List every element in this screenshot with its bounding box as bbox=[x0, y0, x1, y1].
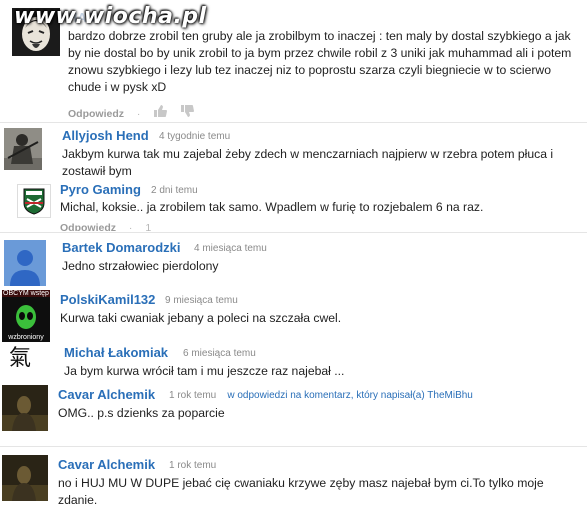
comment-author[interactable]: Pyro Gaming bbox=[60, 182, 141, 197]
thumbs-up-icon-svg bbox=[154, 105, 168, 117]
watermark: www.wiocha.pl bbox=[14, 4, 207, 29]
comment-text: Michal, koksie.. ja zrobilem tak samo. W… bbox=[60, 200, 484, 214]
reply-button[interactable]: Odpowiedz bbox=[60, 222, 116, 231]
comment-author[interactable]: Cavar Alchemik bbox=[58, 387, 155, 402]
dark-figure-avatar-icon bbox=[2, 455, 48, 501]
separator-dot: · bbox=[128, 222, 133, 231]
comment-time: 6 miesiąca temu bbox=[183, 348, 256, 359]
comment-time: 1 rok temu w odpowiedzi na komentarz, kt… bbox=[169, 390, 473, 401]
thumbs-down-icon-svg bbox=[181, 105, 195, 117]
default-user-avatar-icon bbox=[4, 240, 46, 286]
comment-author[interactable]: Allyjosh Hend bbox=[62, 128, 149, 143]
comment-text: OMG.. p.s dzienks za poparcie bbox=[58, 406, 225, 420]
comment-text: Jedno strzałowiec pierdolony bbox=[62, 259, 219, 273]
divider bbox=[0, 446, 587, 447]
kanji-avatar-icon: 氣 bbox=[8, 346, 31, 371]
comment-text: Jakbym kurwa tak mu zajebal żeby zdech w… bbox=[62, 147, 554, 178]
comment-actions: Odpowiedz · bbox=[68, 105, 204, 120]
comment-time: 2 dni temu bbox=[151, 185, 198, 196]
avatar[interactable] bbox=[4, 240, 46, 286]
avatar-caption-bottom: wzbroniony bbox=[8, 334, 44, 341]
divider bbox=[0, 122, 587, 123]
thumbs-up-icon[interactable] bbox=[153, 105, 168, 120]
legia-logo-icon bbox=[18, 185, 50, 217]
thumbs-down-icon[interactable] bbox=[180, 105, 195, 120]
soldier-avatar-icon bbox=[4, 128, 42, 170]
comment-time-value: 1 rok temu bbox=[169, 390, 217, 401]
comment-text: no i HUJ MU W DUPE jebać cię cwaniaku kr… bbox=[58, 476, 544, 507]
comment-author[interactable]: Michał Łakomiak bbox=[64, 345, 168, 360]
divider bbox=[0, 232, 587, 233]
comment-time: 4 tygodnie temu bbox=[159, 131, 231, 142]
comment-author[interactable]: PolskiKamil132 bbox=[60, 292, 155, 307]
comment-text: Kurwa taki cwaniak jebany a poleci na sz… bbox=[60, 311, 342, 325]
comment-time: 9 miesiąca temu bbox=[165, 295, 238, 306]
like-count: 1 bbox=[145, 222, 152, 231]
comment-time: 4 miesiąca temu bbox=[194, 243, 267, 254]
dark-figure-avatar-icon bbox=[2, 385, 48, 431]
avatar[interactable]: 氣 bbox=[6, 343, 34, 375]
separator-dot: · bbox=[136, 108, 141, 120]
avatar[interactable] bbox=[2, 385, 48, 431]
reply-to-link[interactable]: w odpowiedzi na komentarz, który napisał… bbox=[227, 390, 473, 401]
avatar[interactable] bbox=[2, 455, 48, 501]
avatar[interactable] bbox=[4, 128, 42, 170]
comment-actions: Odpowiedz · 1 bbox=[60, 222, 161, 231]
reply-button[interactable]: Odpowiedz bbox=[68, 108, 124, 120]
comment-time: 1 rok temu bbox=[169, 460, 217, 471]
comment-author[interactable]: Cavar Alchemik bbox=[58, 457, 155, 472]
avatar[interactable]: OBCYM wstęp wzbroniony bbox=[2, 290, 50, 342]
avatar[interactable] bbox=[17, 184, 51, 218]
comment-author[interactable]: Bartek Domarodzki bbox=[62, 240, 180, 255]
comment-text: Ja bym kurwa wrócił tam i mu jeszcze raz… bbox=[64, 364, 345, 378]
comment-text: bardzo dobrze zrobil ten gruby ale ja zr… bbox=[68, 29, 572, 94]
